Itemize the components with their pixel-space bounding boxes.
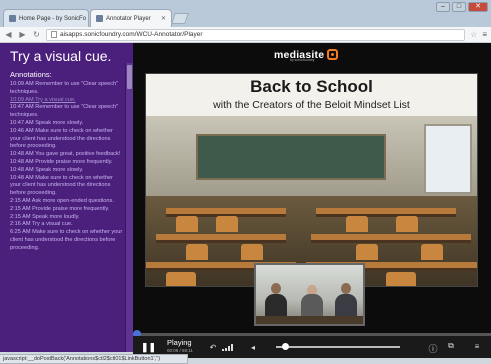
annotation-item[interactable]: 2:15 AM Speak more loudly. [10,214,124,222]
annotation-item[interactable]: 10:47 AM Remember to use "Clear speech" … [10,104,124,120]
browser-tab-bar: Home Page - by SonicFo ✕ Annotator Playe… [0,0,491,27]
slide-subheading: with the Creators of the Beloit Mindset … [213,99,410,111]
maximize-button[interactable]: □ [452,2,466,12]
annotation-item[interactable]: 2:15 AM Provide praise more frequently. [10,206,124,214]
annotations-label: Annotations: [10,70,52,79]
annotation-item[interactable]: 10:48 AM Make sure to check on whether y… [10,175,124,198]
new-tab-button[interactable] [171,13,189,24]
classroom-photo [146,116,477,286]
tab-home-page[interactable]: Home Page - by SonicFo ✕ [3,9,89,27]
annotations-sidebar: Try a visual cue. Annotations: 10:09 AM … [0,43,133,352]
bookmark-star-icon[interactable]: ☆ [470,30,477,39]
browser-toolbar: ◀ ▶ ↻ aisapps.sonicfoundry.com/WCU-Annot… [0,27,491,43]
window-controls: – □ ✕ [436,2,488,12]
close-tab-icon[interactable]: ✕ [86,15,88,22]
page-favicon-icon [96,15,103,22]
rewind-icon[interactable]: ↶ [207,343,219,352]
volume-slider-handle[interactable] [282,343,290,350]
annotation-item[interactable]: 10:48 AM You gave great, positive feedba… [10,151,124,159]
annotations-list: 10:09 AM Remember to use "Clear speech" … [10,81,124,351]
annotation-item[interactable]: 10:47 AM Speak more slowly. [10,120,124,128]
url-text: aisapps.sonicfoundry.com/WCU-Annotator/P… [60,30,203,38]
tab-title: Home Page - by SonicFo [19,15,87,22]
slide-title: Try a visual cue. [10,48,112,64]
forward-arrow-icon[interactable]: ▶ [18,30,27,39]
page-favicon-icon [9,15,16,22]
presenter-video[interactable] [254,263,365,326]
page-icon [51,31,57,38]
annotation-item[interactable]: 10:09 AM Remember to use "Clear speech" … [10,81,124,97]
logo-subtext: by sonicfoundry [290,58,315,62]
video-player: mediasite by sonicfoundry Back to School… [133,43,491,352]
browser-status-bar: javascript:__doPostBack('Annotations$ctl… [0,354,188,364]
tab-title: Annotator Player [106,15,151,22]
playback-status: Playing 00:09 / 59:11 [167,339,193,355]
annotation-item[interactable]: 2:15 AM Ask more open-ended questions. [10,198,124,206]
slide-heading: Back to School [250,77,373,96]
classroom-window [424,124,472,194]
info-icon[interactable]: ⓘ [427,342,439,355]
logo-mark-icon [327,49,339,60]
signal-bars-icon[interactable] [221,343,233,351]
playback-state-label: Playing [167,338,192,347]
reload-icon[interactable]: ↻ [32,30,41,39]
popout-icon[interactable]: ⧉ [445,341,457,351]
menu-icon[interactable]: ≡ [482,30,487,39]
mediasite-logo: mediasite by sonicfoundry [274,46,359,63]
close-tab-icon[interactable]: ✕ [157,15,166,22]
volume-left-icon[interactable]: ◂ [247,343,259,352]
presentation-slide: Back to School with the Creators of the … [145,73,478,287]
back-arrow-icon[interactable]: ◀ [4,30,13,39]
annotation-item[interactable]: 10:48 AM Provide praise more frequently. [10,159,124,167]
chalkboard [196,134,386,180]
annotation-item[interactable]: 6:25 AM Make sure to check on whether yo… [10,229,124,252]
volume-slider[interactable] [276,346,400,348]
close-window-button[interactable]: ✕ [468,2,488,12]
scrollbar-thumb[interactable] [127,65,132,89]
tab-annotator-player[interactable]: Annotator Player ✕ [90,9,172,27]
annotation-item[interactable]: 2:16 AM Try a visual cue. [10,221,124,229]
annotation-item[interactable]: 10:48 AM Speak more slowly. [10,167,124,175]
annotation-item[interactable]: 10:09 AM Try a visual cue. [10,97,124,105]
annotation-item[interactable]: 10:46 AM Make sure to check on whether y… [10,128,124,151]
minimize-button[interactable]: – [436,2,450,12]
pause-button[interactable]: ❚❚ [141,342,156,353]
sidebar-scrollbar[interactable] [125,63,133,352]
address-bar[interactable]: aisapps.sonicfoundry.com/WCU-Annotator/P… [46,28,466,41]
layout-menu-icon[interactable]: ≡ [471,342,483,351]
